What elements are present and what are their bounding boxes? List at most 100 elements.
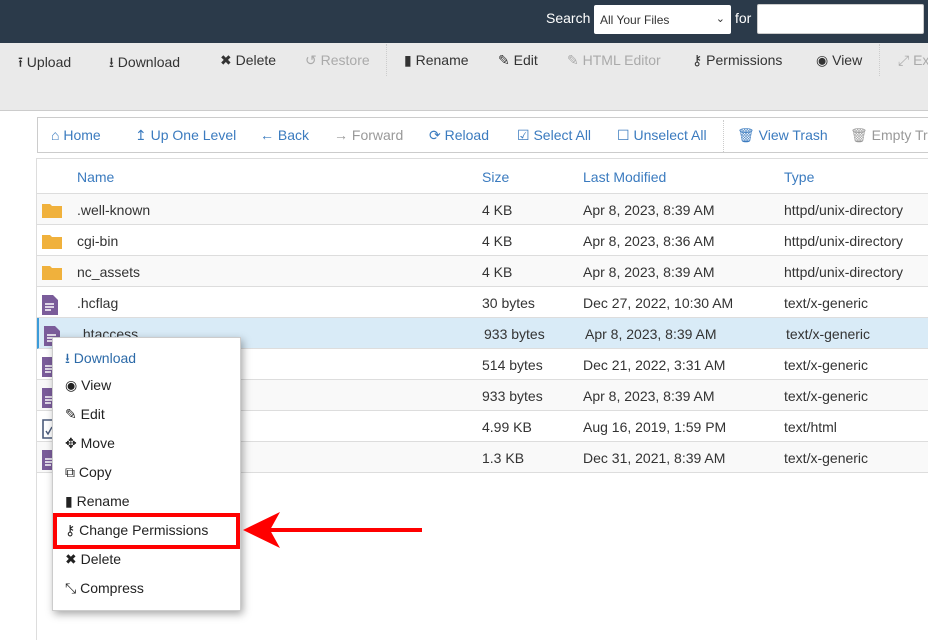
menu-item-label: Compress [80,580,144,596]
cell-type: text/x-generic [784,295,869,311]
menu-item-label: Download [73,350,137,366]
delete-icon: ✖ [220,52,236,68]
search-scope-select[interactable]: All Your Files ⌄ [594,5,731,34]
file-icon: ▮ [65,493,77,509]
menu-item-move[interactable]: ✥ Move [65,435,115,452]
for-label: for [735,10,752,26]
unselect-all-button[interactable]: ☐ Unselect All [617,127,707,144]
restore-button[interactable]: ↺ Restore [305,52,370,69]
button-label: HTML Editor [582,52,661,68]
context-menu: ⭳ Download ◉ View ✎ Edit ✥ Move ⧉ Copy ▮ Rena… [52,337,241,611]
arrow-left-icon: ← [260,127,278,143]
cell-type: text/x-generic [784,357,869,373]
cell-type: text/x-generic [784,450,869,466]
edit-button[interactable]: ✎ Edit [498,52,538,69]
back-button[interactable]: ← Back [260,127,309,143]
menu-item-rename[interactable]: ▮ Rename [65,493,130,510]
menu-item-edit[interactable]: ✎ Edit [65,406,105,423]
button-label: Ex [913,52,928,68]
toolbar-separator [879,44,880,76]
button-label: Forward [351,127,404,143]
table-row[interactable]: cgi-bin 4 KB Apr 8, 2023, 8:36 AM httpd/uni… [37,225,928,256]
header-last-modified[interactable]: Last Modified [583,169,666,185]
cell-type: text/x-generic [784,388,869,404]
button-label: Download [117,54,181,70]
highlight-box [53,513,240,549]
cell-size: 933 bytes [484,326,545,342]
download-button[interactable]: ⭳ Download [109,52,180,76]
upload-button[interactable]: ⭱ Upload [18,52,71,76]
delete-button[interactable]: ✖ Delete [220,52,276,69]
table-row[interactable]: nc_assets 4 KB Apr 8, 2023, 8:39 AM httpd/u… [37,256,928,287]
header-type[interactable]: Type [784,169,814,185]
cell-name: cgi-bin [77,233,119,249]
delete-icon: ✖ [65,551,81,567]
file-icon: ▮ [404,52,416,68]
menu-item-copy[interactable]: ⧉ Copy [65,464,112,481]
cell-size: 4.99 KB [482,419,532,435]
cell-type: httpd/unix-directory [784,202,904,218]
html-editor-button[interactable]: ✎ HTML Editor [567,52,661,69]
folder-icon [42,233,62,252]
menu-item-download[interactable]: ⭳ Download [65,348,136,372]
toolbar-separator [386,44,387,76]
forward-button[interactable]: → Forward [334,127,403,143]
table-row[interactable]: .hcflag 30 bytes Dec 27, 2022, 10:30 AM tex… [37,287,928,318]
cell-type: text/html [784,419,837,435]
search-label: Search [546,10,591,26]
download-icon: ⭳ [65,350,74,366]
menu-item-label: Rename [76,493,130,509]
header-size[interactable]: Size [482,169,509,185]
search-scope-value: All Your Files [600,13,670,27]
button-label: Back [277,127,310,143]
view-button[interactable]: ◉ View [816,52,862,69]
pencil-icon: ✎ [498,52,514,68]
cell-name: nc_assets [77,264,141,280]
reload-icon: ⟳ [429,127,445,143]
select-all-button[interactable]: ☑ Select All [517,127,591,144]
trash-icon: 🗑 [737,127,759,143]
checkbox-checked-icon: ☑ [517,127,534,143]
cell-modified: Apr 8, 2023, 8:39 AM [583,388,715,404]
permissions-button[interactable]: ⚷ Permissions [692,52,782,69]
text-file-icon [42,295,58,318]
menu-item-delete[interactable]: ✖ Delete [65,551,121,568]
cell-size: 4 KB [482,264,513,280]
button-label: View Trash [758,127,828,143]
annotation-arrow-icon [243,512,422,548]
button-label: Up One Level [150,127,237,143]
menu-item-view[interactable]: ◉ View [65,377,111,394]
menu-item-label: Copy [78,464,112,480]
button-label: View [832,52,863,68]
cell-name: .well-known [77,202,151,218]
button-label: Unselect All [633,127,707,143]
button-label: Restore [320,52,370,68]
header-name[interactable]: Name [77,169,114,185]
home-button[interactable]: ⌂ Home [51,127,101,143]
upload-icon: ⭱ [18,54,27,70]
search-input[interactable] [757,4,924,34]
key-icon: ⚷ [692,52,707,68]
cell-modified: Apr 8, 2023, 8:39 AM [583,264,715,280]
cell-size: 30 bytes [482,295,535,311]
copy-icon: ⧉ [65,464,79,480]
empty-tra-button[interactable]: 🗑 Empty Tra [850,127,928,144]
ex-button[interactable]: ⤢ Ex [898,52,928,69]
rename-button[interactable]: ▮ Rename [404,52,469,69]
table-row[interactable]: .well-known 4 KB Apr 8, 2023, 8:39 AM httpd… [37,194,928,225]
button-label: Empty Tra [871,127,928,143]
folder-icon [42,264,62,283]
expand-icon: ⤢ [898,52,914,68]
restore-icon: ↺ [305,52,321,68]
view-trash-button[interactable]: 🗑 View Trash [737,127,828,144]
table-header: Name Size Last Modified Type [37,158,928,194]
cell-type: httpd/unix-directory [784,233,904,249]
button-label: Reload [444,127,489,143]
menu-item-compress[interactable]: ⤡ Compress [65,580,144,597]
button-label: Delete [235,52,277,68]
cell-size: 514 bytes [482,357,543,373]
up-one-level-button[interactable]: ↥ Up One Level [135,127,236,144]
cell-type: text/x-generic [786,326,871,342]
reload-button[interactable]: ⟳ Reload [429,127,489,144]
download-icon: ⭳ [109,54,118,70]
